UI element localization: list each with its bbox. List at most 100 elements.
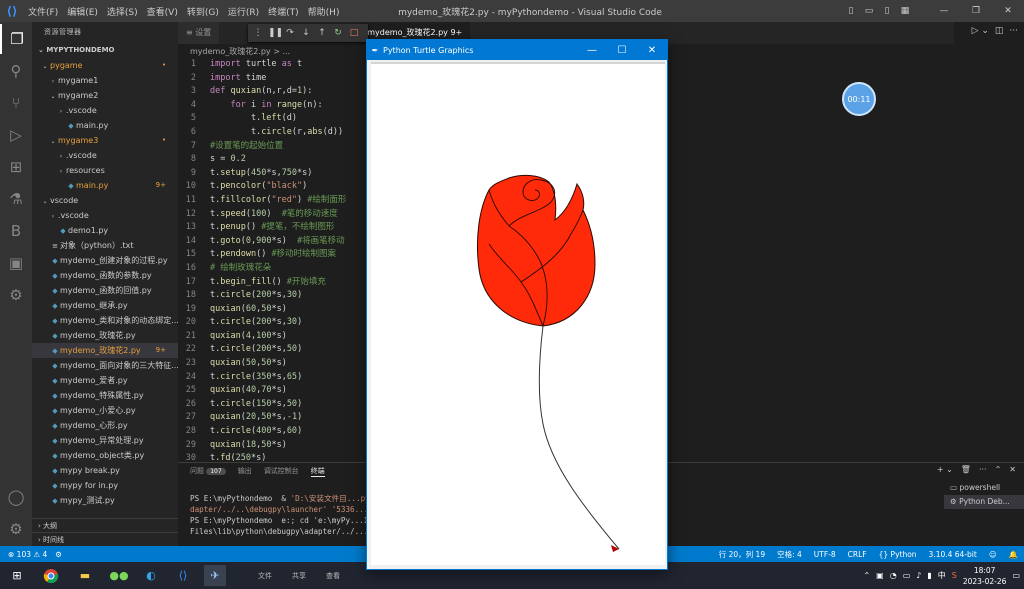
tree-folder[interactable]: ⌄ pygame • bbox=[32, 58, 178, 73]
ribbon-file[interactable]: 文件 bbox=[258, 571, 272, 581]
tree-file[interactable]: ≡ 对象（python）.txt bbox=[32, 238, 178, 253]
tree-file[interactable]: ◆ mydemo_函数的参数.py bbox=[32, 268, 178, 283]
tree-file[interactable]: ◆ mydemo_玫瑰花.py bbox=[32, 328, 178, 343]
debug-status-icon[interactable]: ⚙ bbox=[55, 550, 62, 559]
breadcrumb[interactable]: mydemo_玫瑰花2.py > ... bbox=[190, 46, 290, 57]
edge-icon[interactable]: ◐ bbox=[140, 565, 162, 586]
file-explorer-icon[interactable]: ▬ bbox=[74, 565, 96, 586]
new-terminal-icon[interactable]: + ⌄ bbox=[937, 465, 953, 474]
tray-chevron-up-icon[interactable]: ⌃ bbox=[863, 571, 870, 580]
tree-file[interactable]: ◆ mydemo_爱者.py bbox=[32, 373, 178, 388]
step-into-icon[interactable]: ↓ bbox=[300, 28, 312, 38]
turtle-canvas[interactable] bbox=[371, 62, 665, 565]
menu-run[interactable]: 运行(R) bbox=[228, 5, 259, 18]
menu-file[interactable]: 文件(F) bbox=[28, 5, 58, 18]
python-turtle-taskbar-icon[interactable]: ✈ bbox=[204, 565, 226, 586]
menu-terminal[interactable]: 终端(T) bbox=[268, 5, 299, 18]
project-root[interactable]: ⌄ MYPYTHONDEMO bbox=[32, 42, 178, 58]
split-editor-icon[interactable]: ◫ bbox=[995, 26, 1004, 36]
tray-battery-icon[interactable]: ▮ bbox=[927, 571, 931, 580]
chrome-icon[interactable] bbox=[40, 565, 62, 586]
tree-folder[interactable]: ⌄ mygame3 • bbox=[32, 133, 178, 148]
tree-file[interactable]: ◆ main.py 9+ bbox=[32, 178, 178, 193]
status-language[interactable]: {} Python bbox=[879, 550, 917, 559]
timeline-section[interactable]: › 时间线 bbox=[32, 532, 178, 546]
explorer-icon[interactable]: ❐ bbox=[0, 24, 32, 54]
turtle-close-button[interactable]: ✕ bbox=[637, 40, 667, 60]
ribbon-view[interactable]: 查看 bbox=[326, 571, 340, 581]
wechat-icon[interactable]: ●● bbox=[108, 565, 130, 586]
status-eol[interactable]: CRLF bbox=[848, 550, 867, 559]
step-out-icon[interactable]: ↑ bbox=[316, 28, 328, 38]
account-icon[interactable]: ◯ bbox=[0, 482, 32, 512]
vscode-taskbar-icon[interactable]: ⟨⟩ bbox=[172, 565, 194, 586]
tray-display-icon[interactable]: ▭ bbox=[903, 571, 911, 580]
run-file-icon[interactable]: ▷ ⌄ bbox=[972, 26, 989, 36]
menu-view[interactable]: 查看(V) bbox=[147, 5, 178, 18]
menu-help[interactable]: 帮助(H) bbox=[308, 5, 340, 18]
tray-sogou-icon[interactable]: S bbox=[952, 571, 957, 580]
menu-go[interactable]: 转到(G) bbox=[187, 5, 219, 18]
windows-start-icon[interactable]: ⊞ bbox=[6, 565, 28, 586]
close-button[interactable]: ✕ bbox=[992, 0, 1024, 22]
tree-file[interactable]: ◆ mydemo_类和对象的动态绑定... bbox=[32, 313, 178, 328]
tree-folder[interactable]: › .vscode bbox=[32, 208, 178, 223]
turtle-minimize-button[interactable]: — bbox=[577, 40, 607, 60]
status-indentation[interactable]: 空格: 4 bbox=[777, 549, 802, 560]
taskbar-clock[interactable]: 18:07 2023-02-26 bbox=[963, 565, 1007, 587]
remote-explorer-icon[interactable]: ▣ bbox=[0, 248, 32, 278]
tab-settings[interactable]: ≡ 设置 bbox=[178, 22, 220, 44]
notification-center-icon[interactable]: ▭ bbox=[1012, 571, 1020, 580]
tree-folder[interactable]: › mygame1 bbox=[32, 73, 178, 88]
customize-layout-icon[interactable]: ▦ bbox=[896, 0, 914, 22]
panel-close-icon[interactable]: ✕ bbox=[1009, 465, 1016, 474]
manage-gear-icon[interactable]: ⚙ bbox=[0, 514, 32, 544]
tray-app-icon[interactable]: ▣ bbox=[876, 571, 884, 580]
tree-file[interactable]: ◆ mypy_测试.py bbox=[32, 493, 178, 508]
status-encoding[interactable]: UTF-8 bbox=[814, 550, 836, 559]
tree-file[interactable]: ◆ demo1.py bbox=[32, 223, 178, 238]
tree-folder[interactable]: › .vscode bbox=[32, 148, 178, 163]
extensions-icon[interactable]: ⊞ bbox=[0, 152, 32, 182]
tab-debug-console[interactable]: 调试控制台 bbox=[264, 466, 299, 476]
tree-file[interactable]: ◆ mydemo_玫瑰花2.py 9+ bbox=[32, 343, 178, 358]
tree-file[interactable]: ◆ mydemo_面向对象的三大特征... bbox=[32, 358, 178, 373]
tab-terminal[interactable]: 终端 bbox=[310, 466, 325, 477]
ime-indicator[interactable]: 中 bbox=[938, 570, 946, 581]
search-icon[interactable]: ⚲ bbox=[0, 56, 32, 86]
trash-icon[interactable]: 🗑 bbox=[961, 465, 971, 474]
ribbon-share[interactable]: 共享 bbox=[292, 571, 306, 581]
pause-icon[interactable]: ❚❚ bbox=[268, 28, 283, 38]
tree-file[interactable]: ◆ mydemo_继承.py bbox=[32, 298, 178, 313]
toggle-secondary-sidebar-icon[interactable]: ▯ bbox=[878, 0, 896, 22]
toggle-panel-icon[interactable]: ▭ bbox=[860, 0, 878, 22]
step-over-icon[interactable]: ↷ bbox=[284, 28, 296, 38]
tray-volume-icon[interactable]: ♪ bbox=[916, 571, 921, 580]
menu-edit[interactable]: 编辑(E) bbox=[67, 5, 98, 18]
more-actions-icon[interactable]: ··· bbox=[1009, 26, 1018, 36]
tab-problems[interactable]: 问题 107 bbox=[190, 466, 226, 476]
tree-file[interactable]: ◆ mydemo_函数的回值.py bbox=[32, 283, 178, 298]
outline-section[interactable]: › 大纲 bbox=[32, 518, 178, 532]
source-control-icon[interactable]: ⑂ bbox=[0, 88, 32, 118]
tab-output[interactable]: 输出 bbox=[238, 466, 252, 476]
settings-sync-icon[interactable]: ⚙ bbox=[0, 280, 32, 310]
testing-icon[interactable]: ⚗ bbox=[0, 184, 32, 214]
more-icon[interactable]: ··· bbox=[979, 465, 987, 474]
notifications-bell-icon[interactable]: 🔔 bbox=[1009, 550, 1018, 559]
bookmark-b-icon[interactable]: B bbox=[0, 216, 32, 246]
tree-file[interactable]: ◆ mydemo_心形.py bbox=[32, 418, 178, 433]
tree-folder[interactable]: ⌄ mygame2 bbox=[32, 88, 178, 103]
status-problems[interactable]: ⊗ 103 ⚠ 4 bbox=[8, 550, 47, 559]
chevron-up-icon[interactable]: ⌃ bbox=[995, 465, 1002, 474]
tree-file[interactable]: ◆ mydemo_创建对象的过程.py bbox=[32, 253, 178, 268]
tree-folder[interactable]: › .vscode bbox=[32, 103, 178, 118]
terminal-python-debug[interactable]: ⚙ Python Deb... bbox=[944, 495, 1024, 509]
tree-file[interactable]: ◆ mypy for in.py bbox=[32, 478, 178, 493]
status-cursor-position[interactable]: 行 20，列 19 bbox=[719, 549, 765, 560]
tree-file[interactable]: ◆ mydemo_特殊属性.py bbox=[32, 388, 178, 403]
restart-icon[interactable]: ↻ bbox=[332, 28, 344, 38]
terminal-powershell[interactable]: ▭ powershell bbox=[944, 481, 1024, 495]
minimize-button[interactable]: — bbox=[928, 0, 960, 22]
feedback-icon[interactable]: ☺ bbox=[989, 550, 997, 559]
